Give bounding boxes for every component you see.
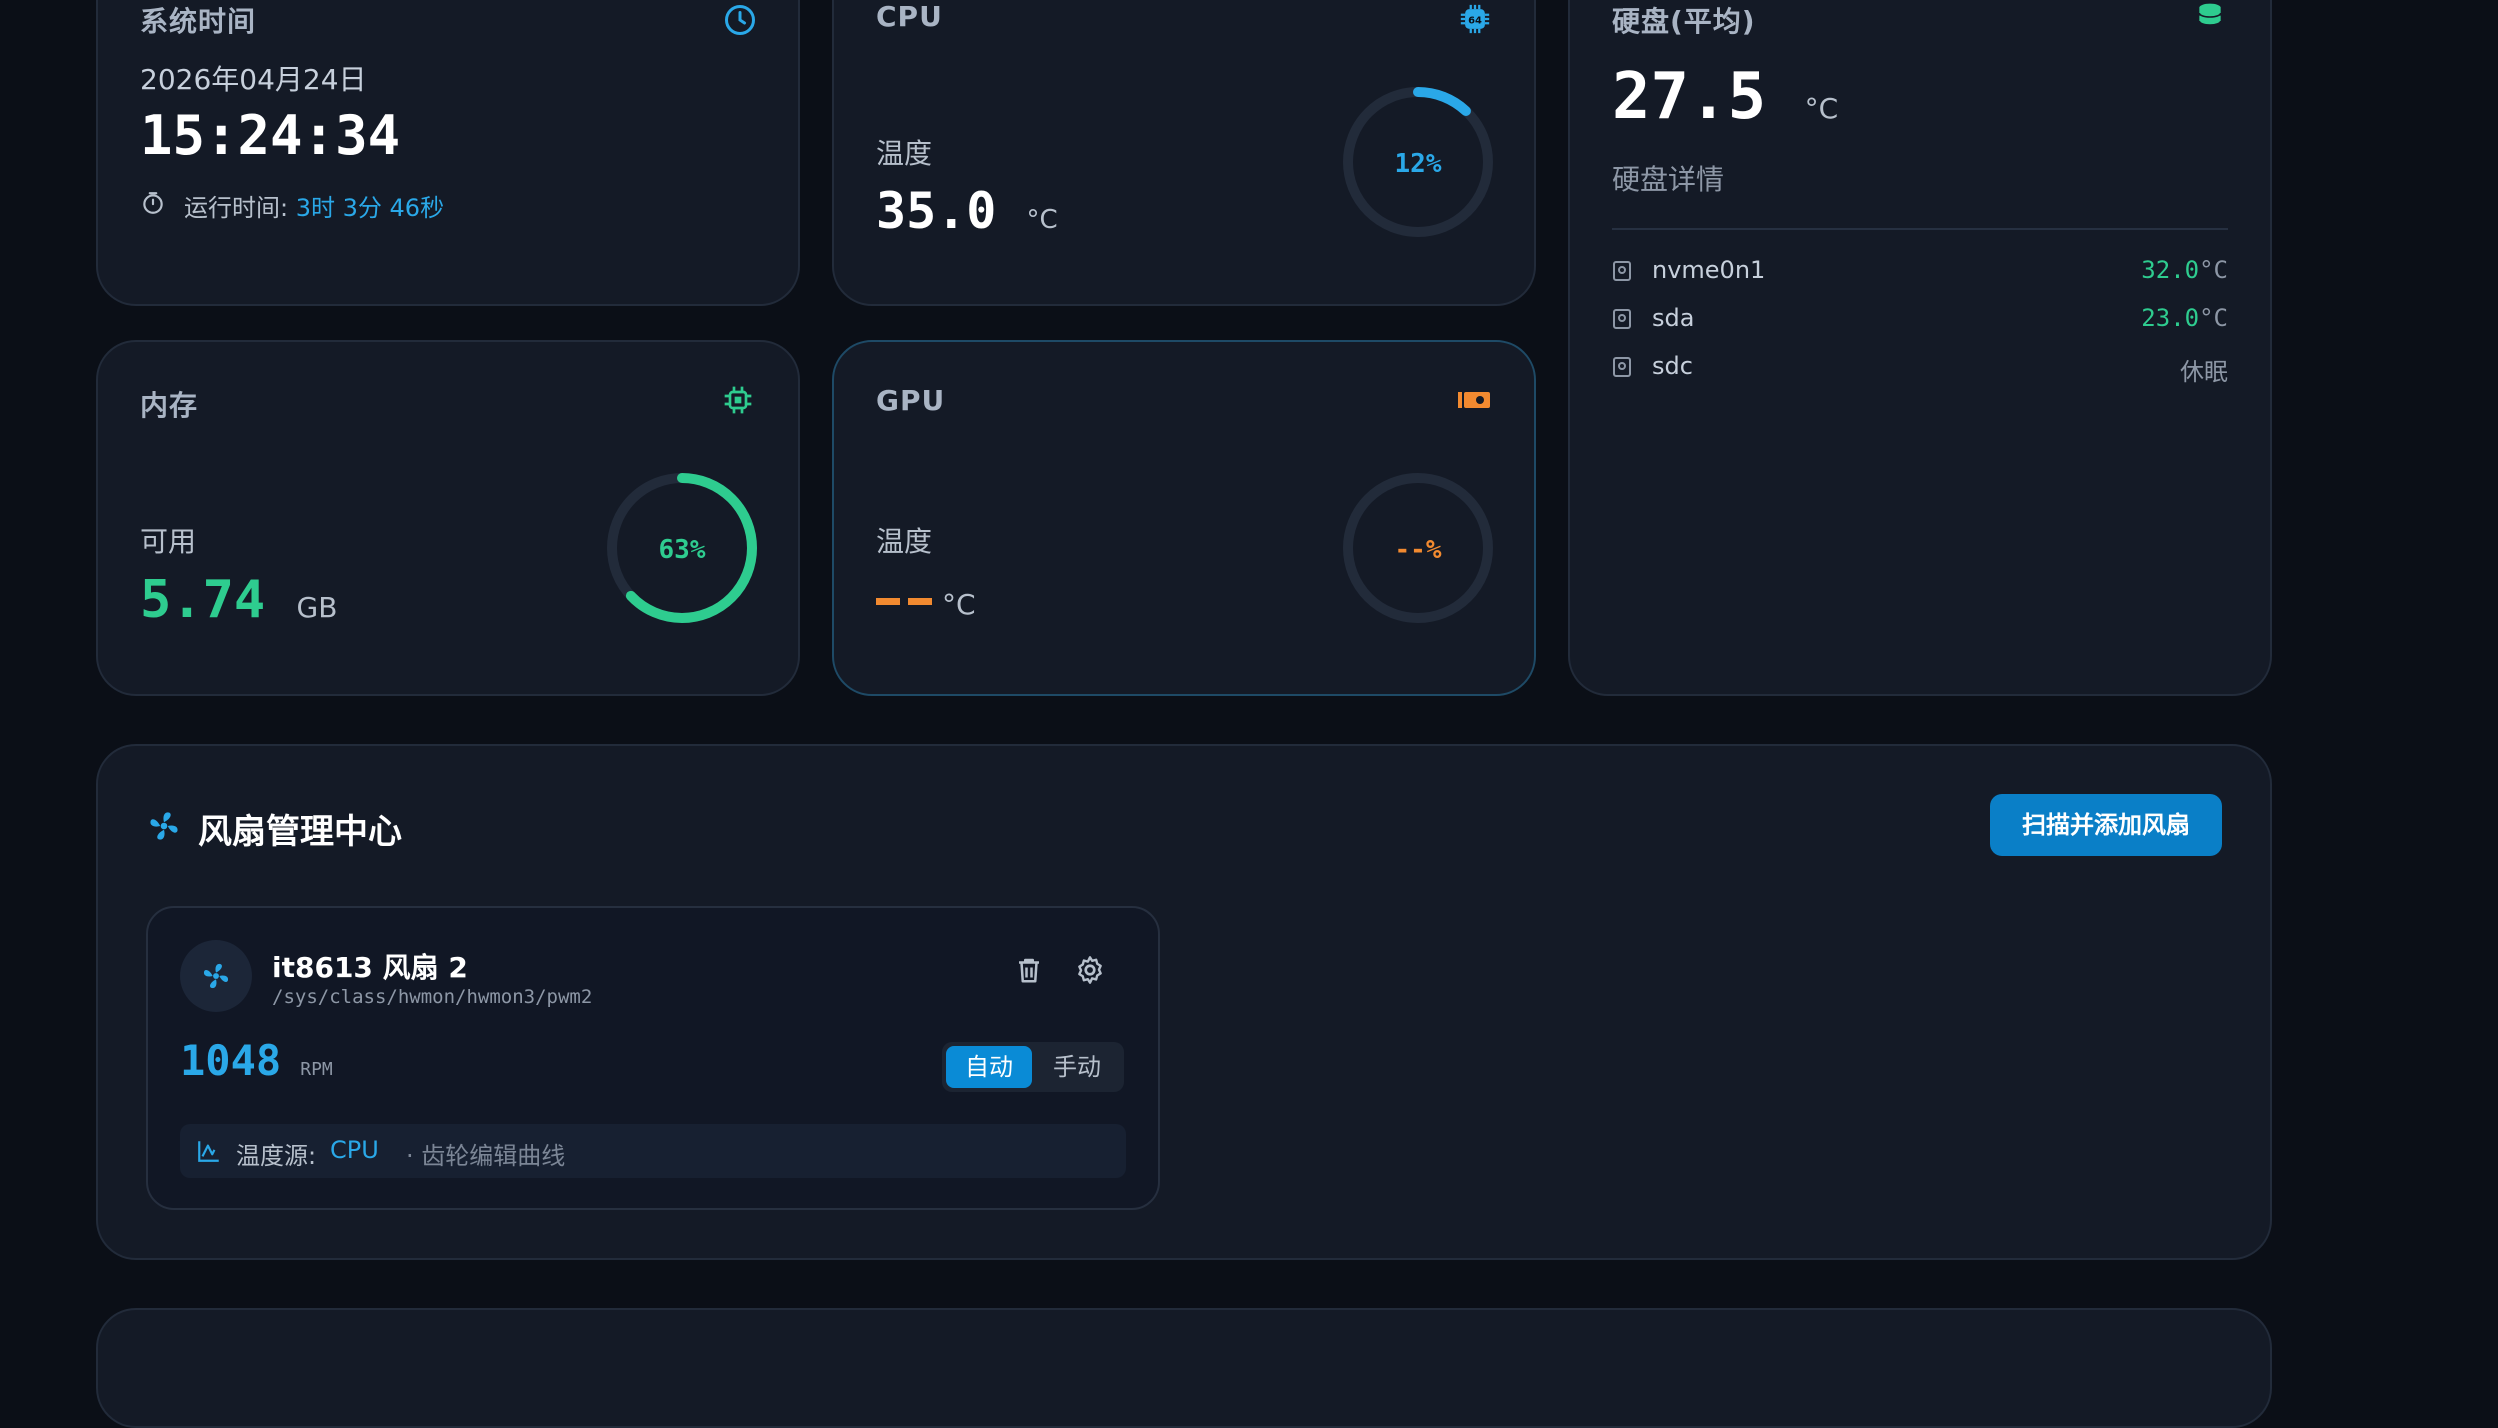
disk-name: nvme0n1: [1652, 256, 1766, 284]
dash: [876, 598, 900, 605]
stopwatch-icon: [143, 192, 163, 214]
memory-card: 内存 可用 5.74 GB 63%: [96, 340, 800, 696]
card-title: 硬盘(平均): [1612, 5, 1756, 38]
clock-icon: [725, 5, 755, 35]
cpu-card: CPU 64 温度 35.0 °C 12%: [832, 0, 1536, 306]
uptime-row: 运行时间: 3时 3分 46秒: [184, 188, 444, 223]
hard-drive-icon: [1613, 309, 1631, 329]
disk-card: 硬盘(平均) 27.5 °C 硬盘详情 nvme0n1 32.0°C sda 2…: [1568, 0, 2272, 696]
next-panel: [96, 1308, 2272, 1428]
mem-usage-gauge: 63%: [607, 473, 757, 623]
disk-temp: 32.0°C: [2141, 256, 2228, 284]
disk-avg-unit: °C: [1804, 92, 1839, 125]
scan-add-fan-button[interactable]: 扫描并添加风扇: [1990, 794, 2222, 856]
uptime-label: 运行时间:: [184, 194, 289, 222]
disk-row: nvme0n1 32.0°C: [1612, 252, 2228, 292]
disk-row: sdc 休眠: [1612, 348, 2228, 388]
disk-temp-value: 32.0: [2141, 256, 2200, 284]
fan-rpm-unit: RPM: [300, 1059, 333, 1080]
dash: [908, 598, 932, 605]
fan-name: it8613 风扇 2: [272, 951, 468, 984]
database-icon: [2198, 3, 2222, 26]
fan-avatar: [180, 940, 252, 1012]
cpu-usage-gauge: 12%: [1343, 87, 1493, 237]
card-title: GPU: [876, 384, 946, 417]
gpu-usage-text: --%: [1395, 535, 1442, 565]
fan-icon: [150, 812, 178, 840]
hard-drive-icon: [1613, 261, 1631, 281]
disk-avg-value: 27.5: [1612, 60, 1767, 134]
time-text: 15:24:34: [140, 104, 401, 167]
trash-icon[interactable]: [1014, 954, 1044, 986]
disk-name: sdc: [1652, 352, 1693, 380]
fan-rpm-value: 1048: [180, 1036, 282, 1085]
mem-avail-unit: GB: [296, 591, 338, 624]
fan-card: it8613 风扇 2 /sys/class/hwmon/hwmon3/pwm2…: [146, 906, 1160, 1210]
mode-manual-button[interactable]: 手动: [1034, 1046, 1120, 1088]
temp-source-bar[interactable]: 温度源: CPU · 齿轮编辑曲线: [180, 1124, 1126, 1178]
card-title: 系统时间: [140, 5, 257, 38]
cpu-temp-value-row: 35.0 °C: [876, 182, 1058, 240]
gpu-temp-unit: °C: [942, 588, 976, 621]
disk-list: nvme0n1 32.0°C sda 23.0°C sdc 休眠: [1612, 252, 2228, 412]
system-time-card: 系统时间 2026年04月24日 15:24:34 运行时间: 3时 3分 46…: [96, 0, 800, 306]
fan-path: /sys/class/hwmon/hwmon3/pwm2: [272, 986, 593, 1008]
fan-rpm-row: 1048 RPM: [180, 1036, 333, 1085]
card-title: 内存: [140, 389, 199, 422]
hard-drive-icon: [1613, 357, 1631, 377]
disk-row: sda 23.0°C: [1612, 300, 2228, 340]
uptime-value: 3时 3分 46秒: [295, 194, 445, 222]
gpu-temp-label: 温度: [876, 525, 933, 558]
disk-temp-unit: °C: [2199, 256, 2228, 284]
disk-name: sda: [1652, 304, 1695, 332]
temp-source-value: CPU: [330, 1136, 379, 1164]
cpu-chip-icon: 64: [1460, 4, 1490, 34]
mem-avail-value: 5.74: [140, 570, 266, 630]
edit-curve-hint: · 齿轮编辑曲线: [406, 1142, 566, 1170]
disk-temp: 23.0°C: [2141, 304, 2228, 332]
gpu-temp-placeholder: [876, 598, 932, 606]
fan-icon: [203, 963, 229, 989]
divider: [1612, 228, 2228, 230]
disk-temp-value: 23.0: [2141, 304, 2200, 332]
disk-temp-unit: °C: [2199, 304, 2228, 332]
cpu-temp-label: 温度: [876, 137, 933, 170]
temp-source-label: 温度源:: [236, 1142, 317, 1170]
date-text: 2026年04月24日: [140, 63, 367, 96]
cpu-usage-text: 12%: [1395, 149, 1442, 179]
card-title: CPU: [876, 0, 943, 33]
gpu-card: GPU 温度 °C --%: [832, 340, 1536, 696]
disk-status: 休眠: [2180, 358, 2228, 386]
fan-center-panel: 风扇管理中心 扫描并添加风扇 it8613 风扇 2 /sys/class/hw…: [96, 744, 2272, 1260]
mem-usage-text: 63%: [659, 535, 706, 565]
memory-chip-icon: [724, 386, 752, 414]
curve-chart-icon: [198, 1141, 219, 1162]
gear-icon[interactable]: [1074, 954, 1106, 986]
mem-avail-label: 可用: [140, 525, 197, 558]
disk-avg-row: 27.5 °C: [1612, 60, 1838, 134]
cpu-temp-value: 35.0: [876, 182, 997, 240]
graphics-card-icon: [1458, 392, 1490, 408]
gpu-usage-gauge: --%: [1343, 473, 1493, 623]
mode-toggle[interactable]: 自动 手动: [942, 1042, 1124, 1092]
disk-details-label: 硬盘详情: [1612, 163, 1725, 196]
mem-avail-row: 5.74 GB: [140, 570, 337, 630]
svg-text:64: 64: [1468, 15, 1482, 26]
cpu-temp-unit: °C: [1026, 205, 1058, 235]
mode-auto-button[interactable]: 自动: [946, 1046, 1032, 1088]
fan-center-title: 风扇管理中心: [198, 812, 402, 852]
